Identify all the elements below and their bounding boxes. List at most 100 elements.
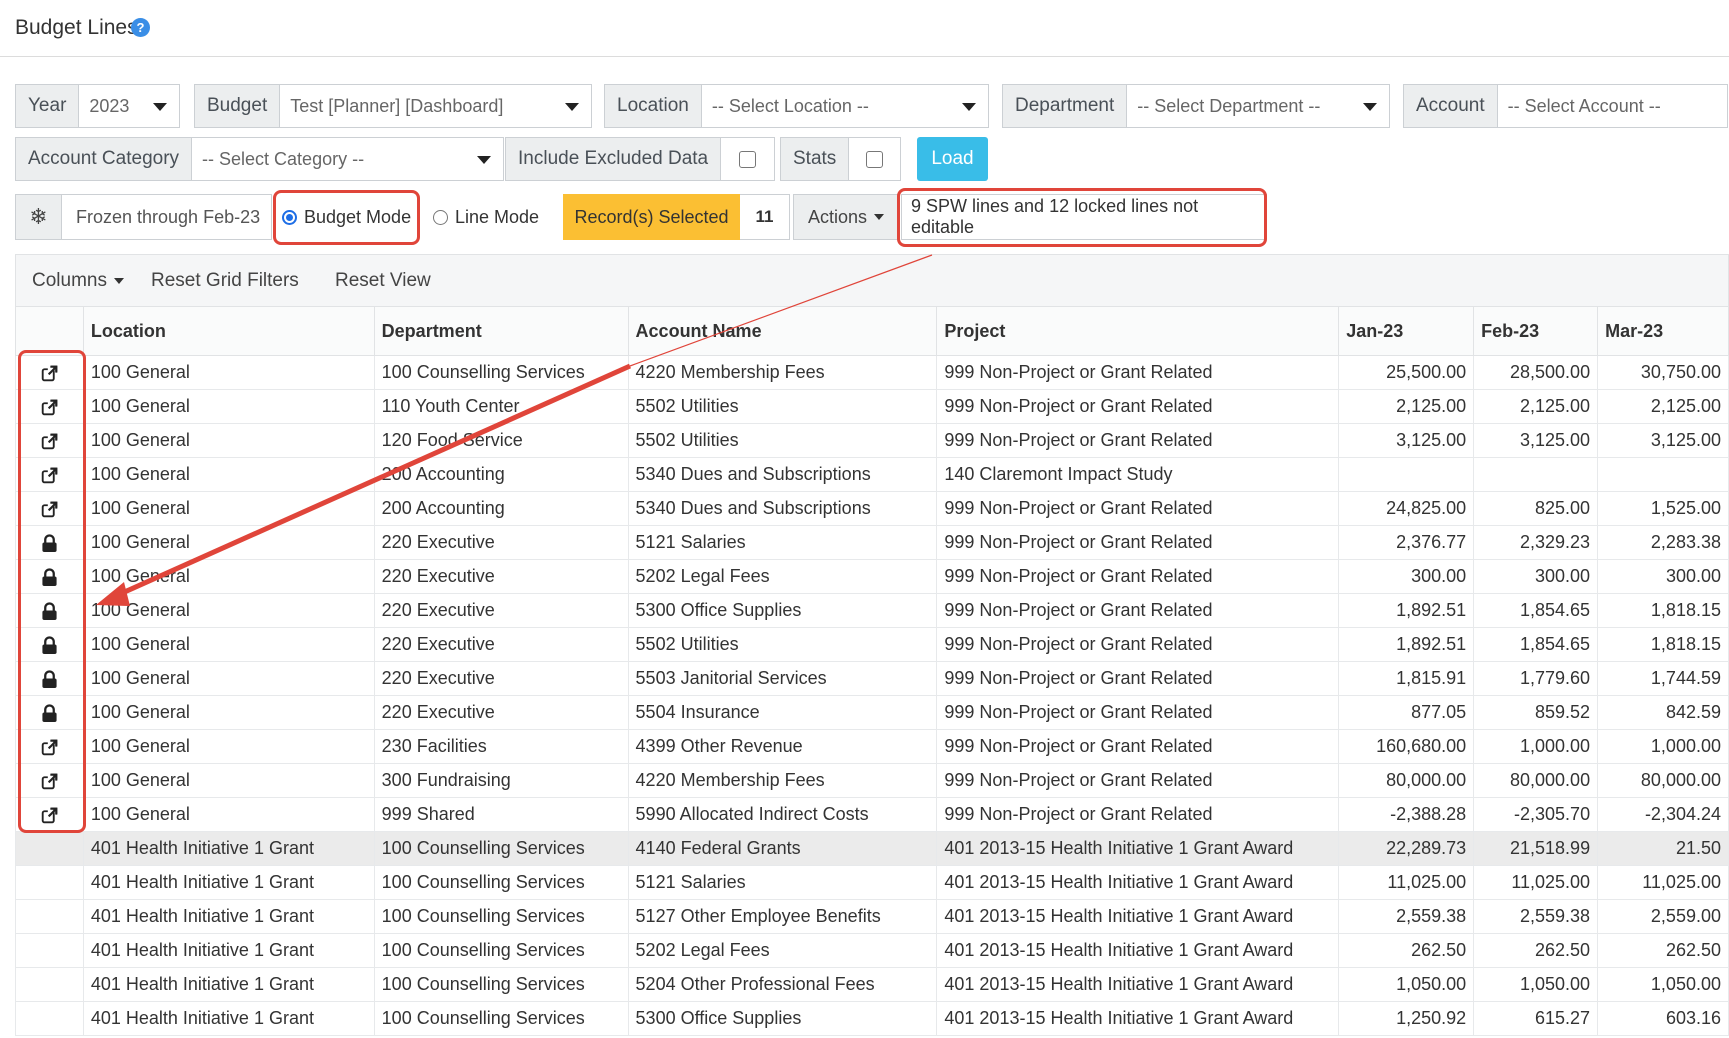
column-header[interactable]: Account Name [627, 306, 938, 356]
location-cell: 100 General [82, 423, 375, 458]
mar-23-cell: 1,744.59 [1597, 661, 1729, 696]
location-cell: 401 Health Initiative 1 Grant [82, 967, 375, 1002]
table-row[interactable]: 401 Health Initiative 1 Grant 100 Counsel… [15, 899, 1729, 934]
mar-23-cell: 2,283.38 [1597, 525, 1729, 560]
row-icon-cell[interactable] [15, 457, 84, 492]
row-icon-cell [15, 593, 84, 628]
line-mode-option[interactable]: Line Mode [433, 194, 539, 240]
stats-checkbox[interactable] [866, 150, 884, 168]
feb-23-cell: 859.52 [1473, 695, 1599, 730]
column-header[interactable]: Location [82, 306, 375, 356]
mar-23-cell: 1,000.00 [1597, 729, 1729, 764]
load-button[interactable]: Load [917, 137, 988, 181]
table-row[interactable]: 401 Health Initiative 1 Grant 100 Counsel… [15, 933, 1729, 968]
table-row[interactable]: 100 General 220 Executive 5300 Office Supp… [15, 593, 1729, 628]
mar-23-cell: 262.50 [1597, 933, 1729, 968]
jan-23-cell [1338, 457, 1475, 492]
table-row[interactable]: 100 General 200 Accounting 5340 Dues and S… [15, 457, 1729, 492]
budget-mode-option[interactable]: Budget Mode [282, 194, 411, 240]
table-row[interactable]: 100 General 220 Executive 5503 Janitorial … [15, 661, 1729, 696]
lock-icon [42, 602, 57, 620]
account-category-select[interactable]: -- Select Category -- [192, 137, 505, 181]
department-cell: 100 Counselling Services [373, 831, 629, 866]
chevron-down-icon [153, 103, 168, 111]
row-icon-cell [15, 831, 84, 866]
jan-23-cell: 24,825.00 [1338, 491, 1475, 526]
year-select[interactable]: 2023 [79, 84, 181, 128]
department-cell: 200 Accounting [373, 457, 629, 492]
mar-23-cell: -2,304.24 [1597, 797, 1729, 832]
reset-view-button[interactable]: Reset View [335, 270, 431, 292]
table-row[interactable]: 100 General 110 Youth Center 5502 Utilitie… [15, 389, 1729, 424]
feb-23-cell: 2,329.23 [1473, 525, 1599, 560]
jan-23-cell: 1,892.51 [1338, 593, 1475, 628]
row-icon-cell[interactable] [15, 729, 84, 764]
column-header[interactable]: Department [373, 306, 629, 356]
column-header[interactable]: Project [936, 306, 1340, 356]
column-header[interactable]: Feb-23 [1473, 306, 1599, 356]
not-editable-notice: 9 SPW lines and 12 locked lines not edit… [901, 194, 1267, 240]
line-mode-radio[interactable] [433, 209, 448, 225]
table-row[interactable]: 100 General 220 Executive 5202 Legal Fees 9… [15, 559, 1729, 594]
caret-down-icon [874, 214, 885, 220]
table-row[interactable]: 100 General 230 Facilities 4399 Other Reve… [15, 729, 1729, 764]
budget-mode-radio[interactable] [282, 209, 297, 225]
row-icon-cell[interactable] [15, 491, 84, 526]
department-cell: 220 Executive [373, 661, 629, 696]
help-icon[interactable]: ? [131, 18, 150, 37]
columns-button[interactable]: Columns [32, 270, 124, 292]
mar-23-cell: 1,818.15 [1597, 593, 1729, 628]
jan-23-cell: 11,025.00 [1338, 865, 1475, 900]
location-select[interactable]: -- Select Location -- [701, 84, 989, 128]
location-cell: 401 Health Initiative 1 Grant [82, 865, 375, 900]
department-cell: 230 Facilities [373, 729, 629, 764]
project-cell: 401 2013-15 Health Initiative 1 Grant Aw… [936, 831, 1340, 866]
actions-dropdown-button[interactable]: Actions [793, 194, 899, 240]
table-row[interactable]: 100 General 100 Counselling Services 4220 … [15, 355, 1729, 390]
row-icon-cell [15, 967, 84, 1002]
table-row[interactable]: 100 General 200 Accounting 5340 Dues and S… [15, 491, 1729, 526]
feb-23-cell: 300.00 [1473, 559, 1599, 594]
department-select[interactable]: -- Select Department -- [1127, 84, 1391, 128]
records-selected-count: 11 [740, 194, 790, 240]
jan-23-cell: 1,250.92 [1338, 1001, 1475, 1036]
row-icon-cell[interactable] [15, 355, 84, 390]
table-row[interactable]: 100 General 999 Shared 5990 Allocated Indi… [15, 797, 1729, 832]
row-icon-cell[interactable] [15, 797, 84, 832]
jan-23-cell: 262.50 [1338, 933, 1475, 968]
table-row[interactable]: 100 General 220 Executive 5121 Salaries 999… [15, 525, 1729, 560]
table-row[interactable]: 401 Health Initiative 1 Grant 100 Counsel… [15, 967, 1729, 1002]
table-row[interactable]: 100 General 220 Executive 5502 Utilities 99… [15, 627, 1729, 662]
account-name-cell: 5502 Utilities [627, 423, 938, 458]
chevron-down-icon [961, 103, 976, 111]
column-header[interactable]: Jan-23 [1338, 306, 1475, 356]
row-icon-cell[interactable] [15, 763, 84, 798]
project-cell: 999 Non-Project or Grant Related [936, 355, 1340, 390]
account-name-cell: 5990 Allocated Indirect Costs [627, 797, 938, 832]
reset-grid-filters-button[interactable]: Reset Grid Filters [151, 270, 299, 292]
table-row[interactable]: 401 Health Initiative 1 Grant 100 Counsel… [15, 865, 1729, 900]
table-row[interactable]: 401 Health Initiative 1 Grant 100 Counsel… [15, 831, 1729, 866]
table-row[interactable]: 100 General 120 Food Service 5502 Utilitie… [15, 423, 1729, 458]
actions-label: Actions [807, 206, 868, 227]
include-excluded-checkbox[interactable] [739, 150, 757, 168]
jan-23-cell: 80,000.00 [1338, 763, 1475, 798]
row-icon-cell[interactable] [15, 389, 84, 424]
snowflake-icon[interactable]: ❄ [15, 194, 62, 240]
table-row[interactable]: 100 General 300 Fundraising 4220 Membershi… [15, 763, 1729, 798]
column-header[interactable]: Mar-23 [1597, 306, 1729, 356]
location-cell: 100 General [82, 491, 375, 526]
project-cell: 999 Non-Project or Grant Related [936, 525, 1340, 560]
table-row[interactable]: 100 General 220 Executive 5504 Insurance 99… [15, 695, 1729, 730]
table-row[interactable]: 401 Health Initiative 1 Grant 100 Counsel… [15, 1001, 1729, 1036]
row-icon-cell[interactable] [15, 423, 84, 458]
budget-mode-label: Budget Mode [304, 206, 412, 227]
location-label: Location [604, 84, 702, 128]
department-cell: 220 Executive [373, 695, 629, 730]
account-select[interactable]: -- Select Account -- [1497, 84, 1728, 128]
account-name-cell: 5340 Dues and Subscriptions [627, 491, 938, 526]
stats-label: Stats [780, 137, 850, 181]
budget-select[interactable]: Test [Planner] [Dashboard] [280, 84, 593, 128]
feb-23-cell: 3,125.00 [1473, 423, 1599, 458]
location-cell: 100 General [82, 457, 375, 492]
